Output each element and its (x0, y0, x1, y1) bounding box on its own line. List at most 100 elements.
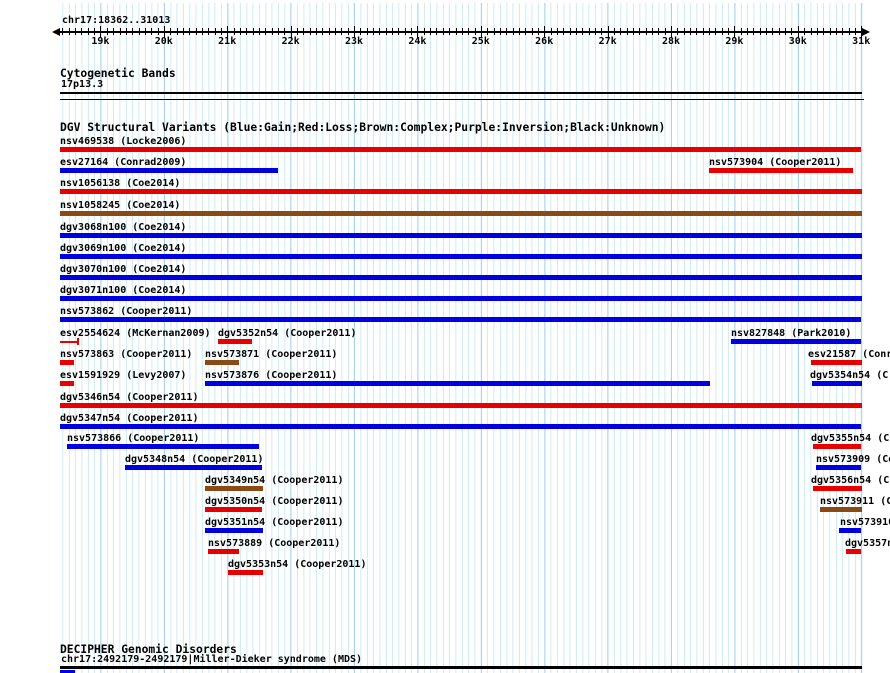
variant-label[interactable]: dgv3069n100 (Coe2014) (60, 243, 186, 254)
variant-bar[interactable] (709, 168, 853, 173)
variant-bar[interactable] (60, 317, 862, 322)
variant-label[interactable]: esv21587 (Conr (808, 349, 890, 360)
variant-label[interactable]: dgv5351n54 (Cooper2011) (205, 517, 343, 528)
variant-bar[interactable] (60, 168, 278, 173)
variant-label[interactable]: nsv573863 (Cooper2011) (60, 349, 192, 360)
ruler-minor-tick (316, 28, 317, 35)
ruler-minor-tick (277, 28, 279, 35)
decipher-entry-label[interactable]: chr17:2492179-2492179|Miller-Dieker synd… (61, 654, 362, 665)
variant-bar[interactable] (125, 465, 263, 470)
ruler-minor-tick (170, 28, 172, 35)
variant-bar[interactable] (60, 275, 862, 280)
variant-bar[interactable] (60, 211, 862, 216)
variant-label[interactable]: nsv573904 (Cooper2011) (709, 157, 841, 168)
variant-label[interactable]: nsv573911 (C (820, 496, 890, 507)
variant-label[interactable]: nsv573916 (840, 517, 890, 528)
variant-bar[interactable] (60, 233, 862, 238)
cytogenetic-band-label[interactable]: 17p13.3 (61, 79, 103, 90)
variant-range-line[interactable] (60, 341, 78, 343)
ruler-minor-tick (487, 28, 489, 35)
variant-bar[interactable] (60, 189, 862, 194)
variant-label[interactable]: dgv5354n54 (C (810, 370, 888, 381)
variant-label[interactable]: nsv573866 (Cooper2011) (67, 433, 199, 444)
variant-label[interactable]: esv27164 (Conrad2009) (60, 157, 186, 168)
variant-label[interactable]: dgv5348n54 (Cooper2011) (125, 454, 263, 465)
variant-bar[interactable] (60, 381, 74, 386)
variant-label[interactable]: dgv5350n54 (Cooper2011) (205, 496, 343, 507)
variant-bar[interactable] (60, 360, 74, 365)
variant-bar[interactable] (205, 507, 263, 512)
variant-label[interactable]: dgv5357n54 (845, 538, 890, 549)
variant-label[interactable]: dgv5349n54 (Cooper2011) (205, 475, 343, 486)
variant-label[interactable]: dgv3070n100 (Coe2014) (60, 264, 186, 275)
variant-label[interactable]: nsv1056138 (Coe2014) (60, 178, 180, 189)
cytogenetic-band-bar[interactable] (60, 92, 862, 94)
ruler-minor-tick (366, 28, 368, 35)
ruler-tick-label: 25k (471, 36, 490, 47)
ruler-minor-tick (702, 28, 704, 35)
variant-bar[interactable] (839, 528, 862, 533)
variant-bar[interactable] (60, 147, 862, 152)
ruler-minor-tick (499, 28, 501, 35)
variant-label[interactable]: nsv573876 (Cooper2011) (205, 370, 337, 381)
variant-label[interactable]: dgv5346n54 (Cooper2011) (60, 392, 198, 403)
variant-bar[interactable] (811, 360, 862, 365)
decipher-feature-bar[interactable] (60, 666, 862, 669)
variant-label[interactable]: esv2554624 (McKernan2009) (60, 328, 211, 339)
variant-label[interactable]: nsv573909 (Co (816, 454, 890, 465)
variant-label[interactable]: dgv5356n54 (C (811, 475, 889, 486)
variant-label[interactable]: nsv1058245 (Coe2014) (60, 200, 180, 211)
variant-bar[interactable] (60, 424, 862, 429)
variant-bar[interactable] (227, 570, 263, 575)
variant-bar[interactable] (208, 549, 240, 554)
variant-bar[interactable] (813, 486, 862, 491)
track-title-dgv: DGV Structural Variants (Blue:Gain;Red:L… (60, 121, 666, 134)
variant-range-end-tick[interactable] (76, 338, 79, 345)
variant-bar[interactable] (812, 381, 862, 386)
ruler-minor-tick (265, 28, 267, 35)
variant-label[interactable]: nsv827848 (Park2010) (731, 328, 851, 339)
ruler-minor-tick (778, 28, 780, 35)
variant-bar[interactable] (205, 486, 263, 491)
variant-label[interactable]: dgv5352n54 (Cooper2011) (218, 328, 356, 339)
ruler-tick-label: 27k (598, 36, 617, 47)
variant-label[interactable]: esv1591929 (Levy2007) (60, 370, 186, 381)
ruler-minor-tick (690, 28, 691, 35)
genome-browser-panel: chr17:18362..31013 19k 20k 21k 22k 23k 24k 25k… (0, 0, 890, 673)
variant-bar[interactable] (60, 254, 862, 259)
variant-bar[interactable] (205, 360, 240, 365)
variant-label[interactable]: nsv573862 (Cooper2011) (60, 306, 192, 317)
ruler-minor-tick (537, 28, 539, 35)
variant-bar[interactable] (60, 403, 862, 408)
variant-label[interactable]: dgv5347n54 (Cooper2011) (60, 413, 198, 424)
ruler-minor-tick (411, 28, 413, 35)
variant-label[interactable]: dgv5353n54 (Cooper2011) (228, 559, 366, 570)
variant-label[interactable]: nsv573871 (Cooper2011) (205, 349, 337, 360)
variant-bar[interactable] (820, 507, 862, 512)
variant-label[interactable]: nsv573889 (Cooper2011) (208, 538, 340, 549)
ruler-minor-tick (506, 28, 508, 35)
ruler-minor-tick (297, 28, 298, 35)
variant-label[interactable]: dgv3068n100 (Coe2014) (60, 222, 186, 233)
ruler-minor-tick (182, 28, 184, 35)
ruler-minor-tick (525, 28, 527, 35)
ruler-tick-label: 19k (91, 36, 110, 47)
variant-bar[interactable] (217, 339, 252, 344)
variant-bar[interactable] (731, 339, 862, 344)
variant-bar[interactable] (846, 549, 862, 554)
variant-bar[interactable] (813, 444, 862, 449)
variant-label[interactable]: dgv5355n54 (C (811, 433, 889, 444)
ruler-minor-tick (759, 28, 761, 35)
ruler-minor-tick (575, 28, 577, 35)
ruler-minor-tick (626, 28, 628, 35)
variant-bar[interactable] (205, 528, 263, 533)
variant-bar[interactable] (205, 381, 711, 386)
ruler-minor-tick (252, 28, 254, 35)
variant-label[interactable]: dgv3071n100 (Coe2014) (60, 285, 186, 296)
variant-label[interactable]: nsv469538 (Locke2006) (60, 136, 186, 147)
variant-bar[interactable] (816, 465, 862, 470)
variant-bar[interactable] (66, 444, 259, 449)
variant-bar[interactable] (60, 296, 862, 301)
ruler-minor-tick (677, 28, 679, 35)
ruler-minor-tick (556, 28, 558, 35)
